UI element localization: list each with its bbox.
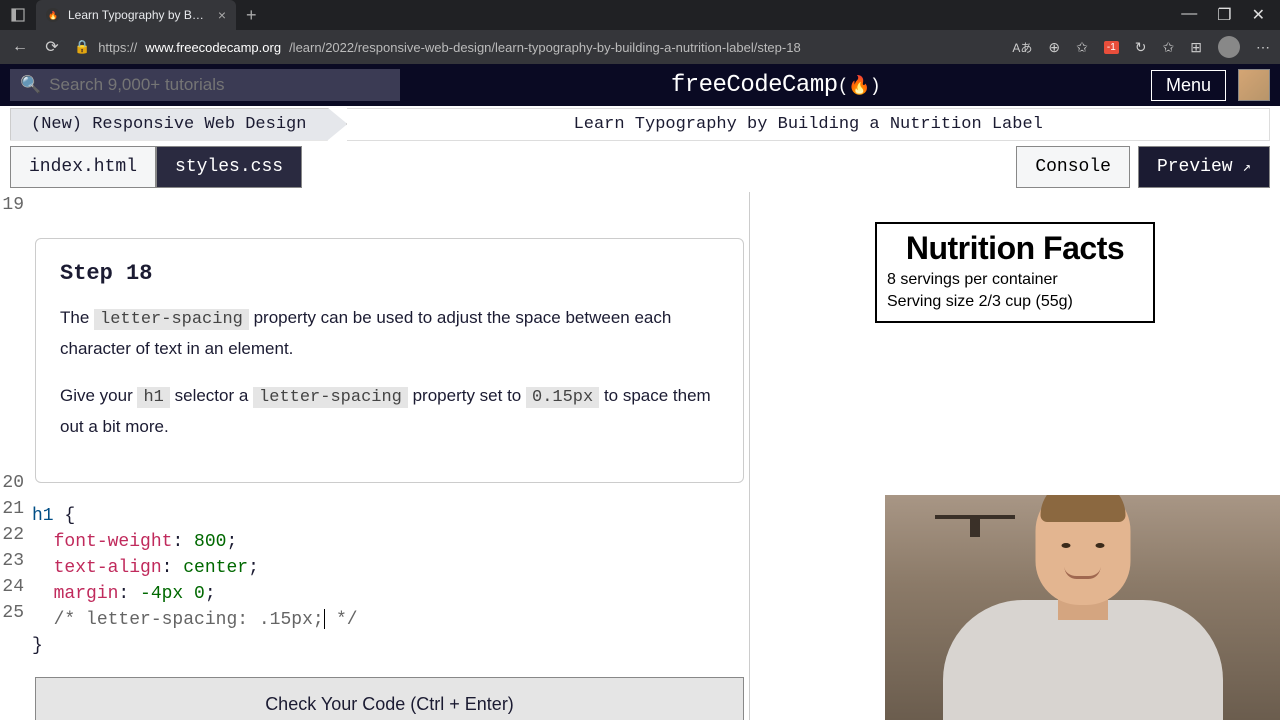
tab-title: Learn Typography by Building a ...	[68, 8, 210, 22]
instruction-card: Step 18 The letter-spacing property can …	[35, 238, 744, 483]
extension-badge[interactable]: -1	[1104, 41, 1119, 54]
lock-icon: 🔒	[74, 39, 90, 55]
preview-button[interactable]: Preview ↗	[1138, 146, 1270, 188]
search-icon: 🔍	[20, 75, 41, 95]
favorite-icon[interactable]: ✩	[1076, 39, 1088, 56]
new-tab-button[interactable]: +	[236, 5, 267, 26]
favorites-bar-icon[interactable]: ✩	[1163, 39, 1175, 56]
fire-icon: (🔥)	[838, 77, 881, 97]
more-icon[interactable]: ⋯	[1256, 39, 1270, 56]
step-title: Step 18	[60, 261, 719, 286]
address-bar-actions: Aあ ⊕ ✩ -1 ↻ ✩ ⊞ ⋯	[1012, 36, 1270, 58]
url-path: /learn/2022/responsive-web-design/learn-…	[289, 40, 801, 55]
close-window-icon[interactable]: ✕	[1252, 5, 1265, 25]
editor-pane[interactable]: 19 20 21 22 23 24 25 Step 18 The letter-…	[0, 192, 750, 720]
console-button[interactable]: Console	[1016, 146, 1130, 188]
tab-index-html[interactable]: index.html	[10, 146, 156, 188]
editor-content: Step 18 The letter-spacing property can …	[30, 192, 749, 720]
code-h1: h1	[137, 387, 169, 408]
nutrition-label: Nutrition Facts 8 servings per container…	[875, 222, 1155, 323]
workspace: 19 20 21 22 23 24 25 Step 18 The letter-…	[0, 192, 1280, 720]
menu-button[interactable]: Menu	[1151, 70, 1226, 101]
browser-titlebar: Learn Typography by Building a ... × + —…	[0, 0, 1280, 30]
check-code-button[interactable]: Check Your Code (Ctrl + Enter)	[35, 677, 744, 720]
tab-close-icon[interactable]: ×	[218, 7, 226, 23]
url-input[interactable]: 🔒 https:// www.freecodecamp.org/learn/202…	[74, 39, 1000, 55]
translate-icon[interactable]: ⊕	[1048, 39, 1060, 56]
address-bar: ← ⟳ 🔒 https:// www.freecodecamp.org/learn…	[0, 30, 1280, 64]
url-host: www.freecodecamp.org	[145, 40, 281, 55]
code-value: 0.15px	[526, 387, 599, 408]
reader-icon[interactable]: Aあ	[1012, 39, 1032, 56]
profile-avatar[interactable]	[1218, 36, 1240, 58]
external-link-icon: ↗	[1243, 159, 1251, 176]
browser-tab[interactable]: Learn Typography by Building a ... ×	[36, 0, 236, 30]
refresh-button[interactable]: ⟳	[42, 37, 62, 57]
code-editor[interactable]: h1 { font-weight: 800; text-align: cente…	[32, 503, 749, 659]
search-box[interactable]: 🔍	[10, 69, 400, 101]
logo[interactable]: freeCodeCamp(🔥)	[412, 72, 1139, 99]
person	[943, 500, 1223, 720]
window-controls: — ❐ ✕	[1181, 5, 1280, 25]
app-header: 🔍 freeCodeCamp(🔥) Menu	[0, 64, 1280, 106]
nutrition-title: Nutrition Facts	[887, 230, 1143, 267]
user-avatar[interactable]	[1238, 69, 1270, 101]
minimize-icon[interactable]: —	[1181, 5, 1197, 25]
sidebar-toggle-icon[interactable]	[0, 0, 36, 30]
tab-strip: Learn Typography by Building a ... × +	[0, 0, 267, 30]
maximize-icon[interactable]: ❐	[1217, 5, 1231, 25]
line-gutter: 19 20 21 22 23 24 25	[0, 192, 28, 626]
editor-toolbar: index.html styles.css Console Preview ↗	[0, 142, 1280, 192]
preview-pane: Nutrition Facts 8 servings per container…	[750, 192, 1280, 720]
collections-icon[interactable]: ⊞	[1190, 39, 1202, 56]
code-letter-spacing: letter-spacing	[94, 309, 249, 330]
tab-styles-css[interactable]: styles.css	[156, 146, 302, 188]
tab-favicon	[46, 8, 60, 22]
nutrition-size: Serving size 2/3 cup (55g)	[887, 293, 1143, 311]
breadcrumb: (New) Responsive Web Design Learn Typogr…	[0, 106, 1280, 142]
breadcrumb-lesson[interactable]: Learn Typography by Building a Nutrition…	[347, 108, 1270, 141]
back-button[interactable]: ←	[10, 38, 30, 56]
nutrition-servings: 8 servings per container	[887, 271, 1143, 289]
search-input[interactable]	[49, 75, 390, 95]
webcam-overlay	[885, 495, 1280, 720]
code-letter-spacing-2: letter-spacing	[253, 387, 408, 408]
sync-icon[interactable]: ↻	[1135, 39, 1147, 56]
breadcrumb-course[interactable]: (New) Responsive Web Design	[10, 108, 347, 141]
url-prefix: https://	[98, 40, 137, 55]
instruction-text: The letter-spacing property can be used …	[60, 304, 719, 442]
